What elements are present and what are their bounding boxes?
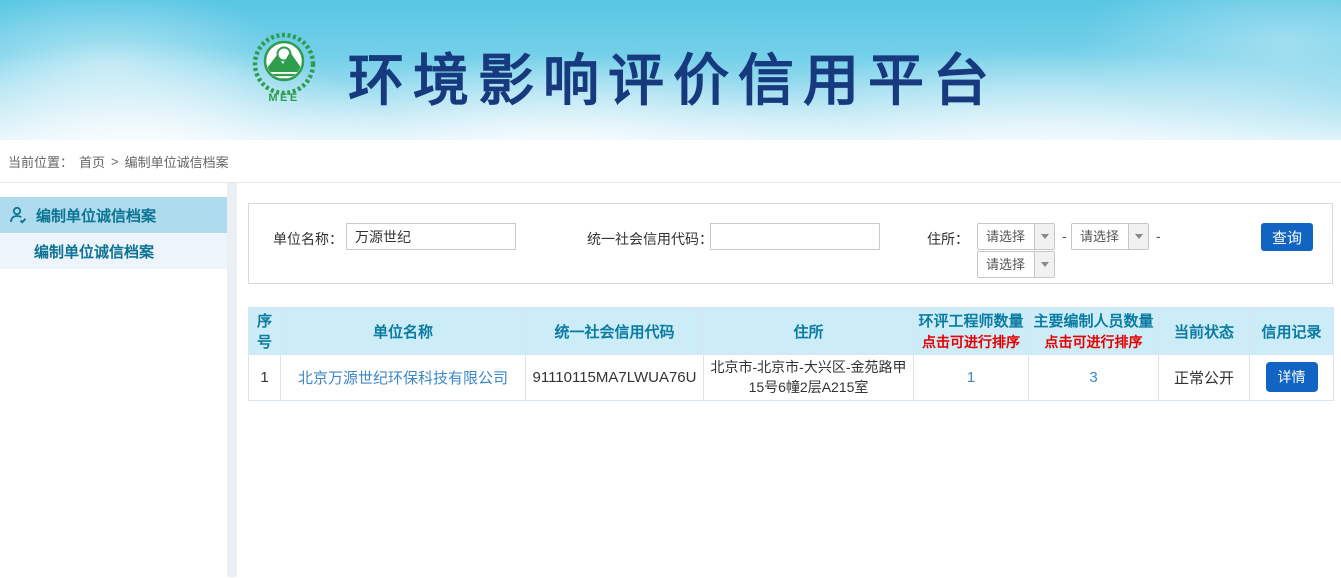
- table-row: 1 北京万源世纪环保科技有限公司 91110115MA7LWUA76U 北京市-…: [249, 355, 1334, 401]
- sort-hint: 点击可进行排序: [918, 332, 1024, 352]
- header-unit-name: 单位名称: [281, 308, 526, 355]
- chevron-down-icon[interactable]: [1128, 224, 1148, 249]
- sidebar-subitem-unit-credit-archive[interactable]: 编制单位诚信档案: [0, 233, 227, 269]
- user-check-icon: [8, 205, 28, 225]
- header-staff-count-label: 主要编制人员数量: [1033, 313, 1153, 330]
- address-separator-1: -: [1062, 228, 1067, 244]
- city-select[interactable]: 请选择: [1071, 223, 1149, 250]
- district-select-value: 请选择: [978, 252, 1034, 277]
- province-select-value: 请选择: [978, 224, 1034, 249]
- breadcrumb-separator: >: [111, 154, 119, 169]
- table-header-row: 序号 单位名称 统一社会信用代码 住所 环评工程师数量 点击可进行排序 主要编制…: [249, 308, 1334, 355]
- company-name-link[interactable]: 北京万源世纪环保科技有限公司: [298, 370, 508, 387]
- breadcrumb-prefix: 当前位置：: [8, 152, 73, 171]
- site-title: 环境影响评价信用平台: [348, 36, 998, 117]
- header-staff-count-sortable[interactable]: 主要编制人员数量 点击可进行排序: [1029, 308, 1159, 355]
- header-engineer-count-label: 环评工程师数量: [918, 313, 1023, 330]
- breadcrumb: 当前位置： 首页 > 编制单位诚信档案: [0, 140, 1341, 183]
- header-credit-code: 统一社会信用代码: [526, 308, 704, 355]
- cell-seq: 1: [249, 355, 281, 401]
- breadcrumb-current: 编制单位诚信档案: [125, 152, 229, 171]
- address-separator-2: -: [1156, 228, 1161, 244]
- unit-name-input[interactable]: [346, 223, 516, 250]
- unit-name-label: 单位名称：: [273, 229, 343, 249]
- site-header: MEE 环境影响评价信用平台: [0, 0, 1341, 140]
- sidebar-subitem-label: 编制单位诚信档案: [34, 241, 154, 262]
- mee-logo-text: MEE: [268, 92, 299, 104]
- cell-address: 北京市-北京市-大兴区-金苑路甲15号6幢2层A215室: [704, 355, 914, 401]
- sidebar-item-unit-credit-archive[interactable]: 编制单位诚信档案: [0, 197, 227, 233]
- query-button[interactable]: 查询: [1261, 223, 1313, 251]
- header-credit-record: 信用记录: [1250, 308, 1334, 355]
- header-address: 住所: [704, 308, 914, 355]
- detail-button[interactable]: 详情: [1266, 362, 1318, 392]
- cell-credit-code: 91110115MA7LWUA76U: [526, 355, 704, 401]
- address-label: 住所：: [927, 229, 969, 249]
- header-engineer-count-sortable[interactable]: 环评工程师数量 点击可进行排序: [914, 308, 1029, 355]
- province-select[interactable]: 请选择: [977, 223, 1055, 250]
- engineer-count-link[interactable]: 1: [967, 369, 975, 386]
- city-select-value: 请选择: [1072, 224, 1128, 249]
- district-select[interactable]: 请选择: [977, 251, 1055, 278]
- chevron-down-icon[interactable]: [1034, 252, 1054, 277]
- credit-code-label: 统一社会信用代码：: [587, 229, 713, 249]
- chevron-down-icon[interactable]: [1034, 224, 1054, 249]
- breadcrumb-home-link[interactable]: 首页: [79, 152, 105, 171]
- mee-logo-icon: MEE: [250, 28, 318, 113]
- sidebar-divider: [227, 183, 237, 577]
- sort-hint: 点击可进行排序: [1033, 332, 1154, 352]
- header-seq: 序号: [249, 308, 281, 355]
- cell-status: 正常公开: [1159, 355, 1250, 401]
- sidebar: 编制单位诚信档案 编制单位诚信档案: [0, 197, 227, 269]
- header-status: 当前状态: [1159, 308, 1250, 355]
- search-panel: 单位名称： 统一社会信用代码： 住所： 请选择 - 请选择 - 请选择 查询: [248, 203, 1333, 284]
- sidebar-item-label: 编制单位诚信档案: [36, 205, 156, 226]
- credit-code-input[interactable]: [710, 223, 880, 250]
- result-table: 序号 单位名称 统一社会信用代码 住所 环评工程师数量 点击可进行排序 主要编制…: [248, 307, 1334, 401]
- staff-count-link[interactable]: 3: [1089, 369, 1097, 386]
- main-area: 编制单位诚信档案 编制单位诚信档案 单位名称： 统一社会信用代码： 住所： 请选…: [0, 183, 1341, 577]
